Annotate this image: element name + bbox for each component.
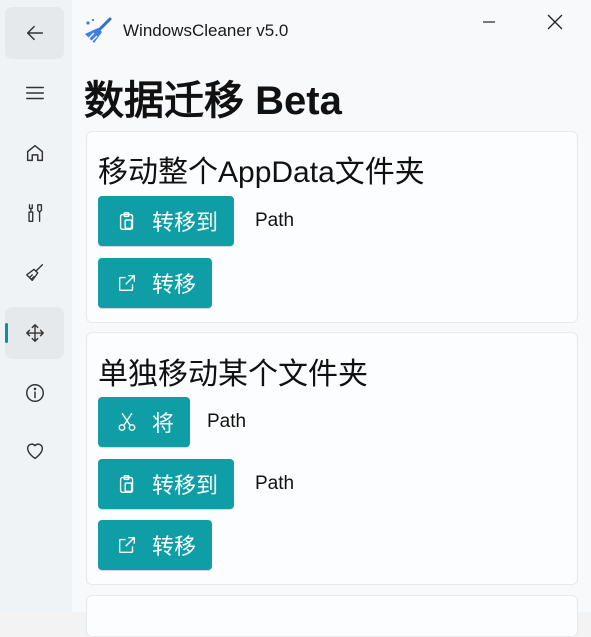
minimize-icon [483,21,495,23]
folder-migrate-button[interactable]: 转移 [98,520,213,570]
folder-card-title: 单独移动某个文件夹 [98,358,368,391]
back-button[interactable] [5,7,64,59]
nav-item-cleaner[interactable] [5,247,64,299]
nav-item-about[interactable] [5,367,64,419]
next-card [86,595,578,637]
appdata-move-to-label: 转移到 [152,211,219,236]
appdata-migrate-button[interactable]: 转移 [98,258,213,308]
heart-icon [26,443,43,460]
appdata-card-title: 移动整个AppData文件夹 [98,156,425,189]
app-broom-icon [85,17,112,43]
folder-target-path: Path [255,473,295,494]
navigation-pane [0,0,72,612]
clipboard-icon [119,475,134,493]
share-icon [118,274,136,292]
share-icon [118,536,136,554]
folder-source-path: Path [207,411,247,432]
move-arrows-icon [25,324,44,342]
close-icon [547,14,563,30]
nav-item-tools[interactable] [5,187,64,239]
appdata-move-to-button[interactable]: 转移到 [98,196,235,246]
minimize-button[interactable] [474,8,504,36]
folder-move-to-button[interactable]: 转移到 [98,459,235,509]
appdata-target-path: Path [255,210,295,231]
page-title: 数据迁移 Beta [84,79,342,123]
folder-migrate-label: 转移 [152,535,197,560]
folder-move-to-label: 转移到 [152,474,219,499]
close-button[interactable] [540,8,570,36]
menu-toggle-button[interactable] [5,67,64,119]
appdata-move-card: 移动整个AppData文件夹 转移到 Path 转移 [86,131,578,323]
clipboard-icon [119,212,134,230]
nav-item-home[interactable] [5,127,64,179]
single-folder-move-card: 单独移动某个文件夹 将 Path 转移到 Path 转移 [86,332,578,585]
scissors-icon [118,413,136,431]
home-icon [26,144,43,162]
tools-icon [27,204,42,222]
hamburger-menu-icon [25,86,44,100]
info-icon [25,384,44,402]
folder-source-button[interactable]: 将 [98,397,191,447]
nav-item-support[interactable] [5,425,64,477]
appdata-migrate-label: 转移 [152,273,197,298]
broom-icon [25,264,43,282]
folder-source-label: 将 [152,412,175,437]
nav-item-data-migration[interactable] [5,307,64,359]
back-arrow-icon [26,25,43,41]
app-title: WindowsCleaner v5.0 [123,21,289,40]
